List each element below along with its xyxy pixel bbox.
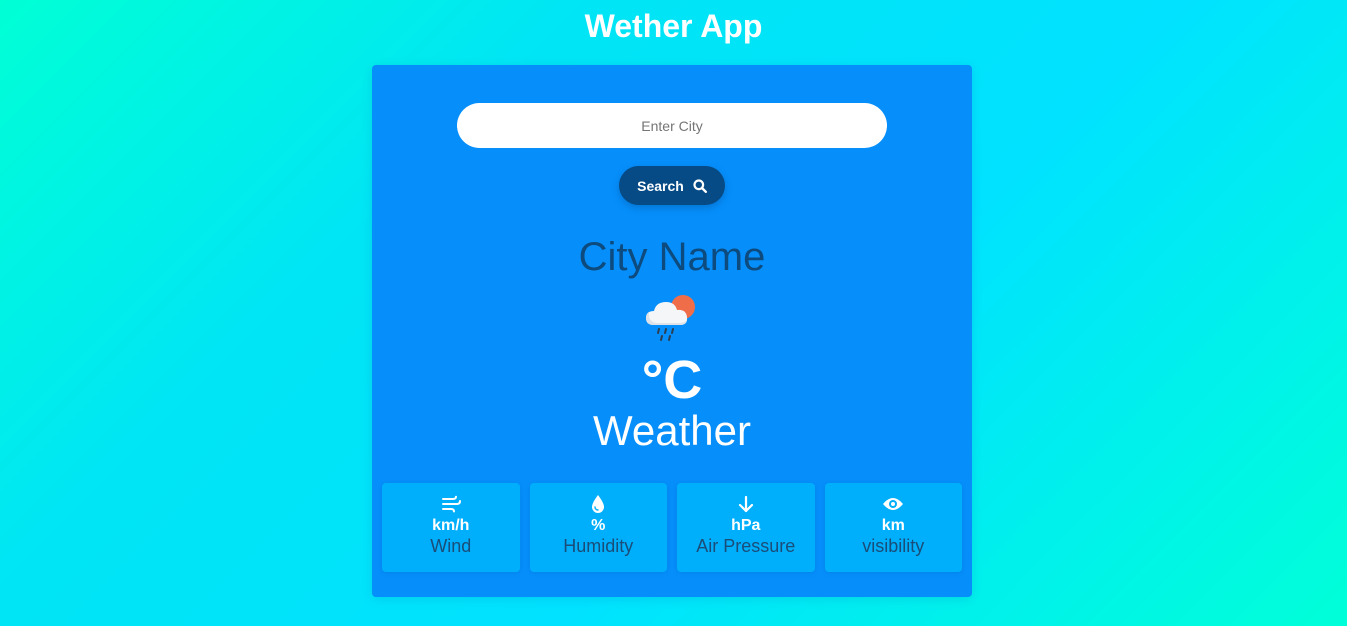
stat-wind: km/h Wind xyxy=(382,483,520,572)
search-button-label: Search xyxy=(637,177,684,194)
weather-card: Search City Name °C Weather xyxy=(372,65,972,597)
air-pressure-value: hPa xyxy=(731,517,761,534)
stat-air-pressure: hPa Air Pressure xyxy=(677,483,815,572)
search-button[interactable]: Search xyxy=(619,166,725,205)
humidity-value: % xyxy=(591,517,606,534)
city-name: City Name xyxy=(578,235,766,279)
weather-stats: km/h Wind % Humidity hPa Air Pressure km… xyxy=(382,483,962,572)
cloud-rain-sun-icon xyxy=(642,291,702,347)
search-icon xyxy=(693,178,707,193)
weather-description: Weather xyxy=(593,407,751,454)
stat-visibility: km visibility xyxy=(824,483,962,572)
wind-value: km/h xyxy=(432,517,470,534)
app-title: Wether App xyxy=(584,8,763,44)
city-search-input[interactable] xyxy=(457,103,887,148)
visibility-value: km xyxy=(881,517,905,534)
air-pressure-label: Air Pressure xyxy=(696,536,796,556)
arrow-down-icon xyxy=(735,493,757,515)
eye-icon xyxy=(882,493,904,515)
stat-humidity: % Humidity xyxy=(529,483,667,572)
wind-label: Wind xyxy=(430,536,472,556)
droplet-icon xyxy=(587,493,609,515)
humidity-label: Humidity xyxy=(563,536,634,556)
temperature: °C xyxy=(641,350,703,410)
wind-icon xyxy=(440,493,462,515)
visibility-label: visibility xyxy=(862,536,925,556)
